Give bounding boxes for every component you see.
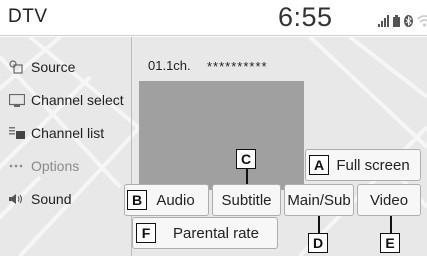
- sidebar: Source Channel select Channel list Optio…: [0, 37, 132, 256]
- sidebar-item-channel-select[interactable]: Channel select: [0, 84, 131, 116]
- battery-icon: [393, 15, 400, 27]
- callout-b: B: [127, 190, 147, 210]
- signal-icon: [378, 15, 389, 27]
- app-title: DTV: [8, 6, 48, 27]
- header-bar: DTV 6:55: [0, 0, 427, 36]
- speaker-icon: [9, 191, 31, 207]
- sidebar-item-sound[interactable]: Sound: [0, 183, 131, 215]
- bluetooth-icon: [404, 15, 413, 27]
- clock: 6:55: [278, 2, 333, 32]
- more-icon: [9, 158, 31, 174]
- callout-e-leader: [390, 216, 392, 233]
- sidebar-item-label: Source: [31, 59, 76, 75]
- callout-e: E: [380, 233, 400, 253]
- list-icon: [9, 125, 31, 141]
- sidebar-item-label: Options: [31, 158, 80, 174]
- callout-a: A: [309, 155, 329, 175]
- main-sub-label: Main/Sub: [287, 191, 351, 209]
- sidebar-item-source[interactable]: Source: [0, 51, 131, 83]
- sidebar-item-label: Channel select: [31, 92, 124, 108]
- video-preview[interactable]: [139, 81, 304, 190]
- wifi-icon: [417, 15, 427, 27]
- monitor-icon: [9, 92, 31, 108]
- callout-c: C: [236, 149, 256, 169]
- program-name: **********: [207, 59, 268, 74]
- channel-number: 01.1ch.: [148, 58, 191, 73]
- video-label: Video: [369, 191, 409, 209]
- sidebar-item-label: Channel list: [31, 125, 105, 141]
- sidebar-item-label: Sound: [31, 191, 72, 207]
- callout-d: D: [308, 233, 328, 253]
- callout-f: F: [136, 223, 156, 243]
- sidebar-item-channel-list[interactable]: Channel list: [0, 117, 131, 149]
- subtitle-label: Subtitle: [221, 191, 272, 209]
- full-screen-label: Full screen: [336, 156, 410, 174]
- sidebar-item-options[interactable]: Options: [0, 150, 131, 182]
- dtv-screen: Source Channel select Channel list Optio…: [0, 37, 427, 256]
- subtitle-button[interactable]: Subtitle: [212, 184, 281, 216]
- parental-rate-label: Parental rate: [173, 224, 259, 242]
- status-icons: [378, 11, 427, 27]
- callout-c-leader: [246, 169, 248, 184]
- main-sub-button[interactable]: Main/Sub: [284, 184, 354, 216]
- callout-d-leader: [318, 216, 320, 233]
- source-icon: [9, 59, 31, 75]
- video-button[interactable]: Video: [357, 184, 421, 216]
